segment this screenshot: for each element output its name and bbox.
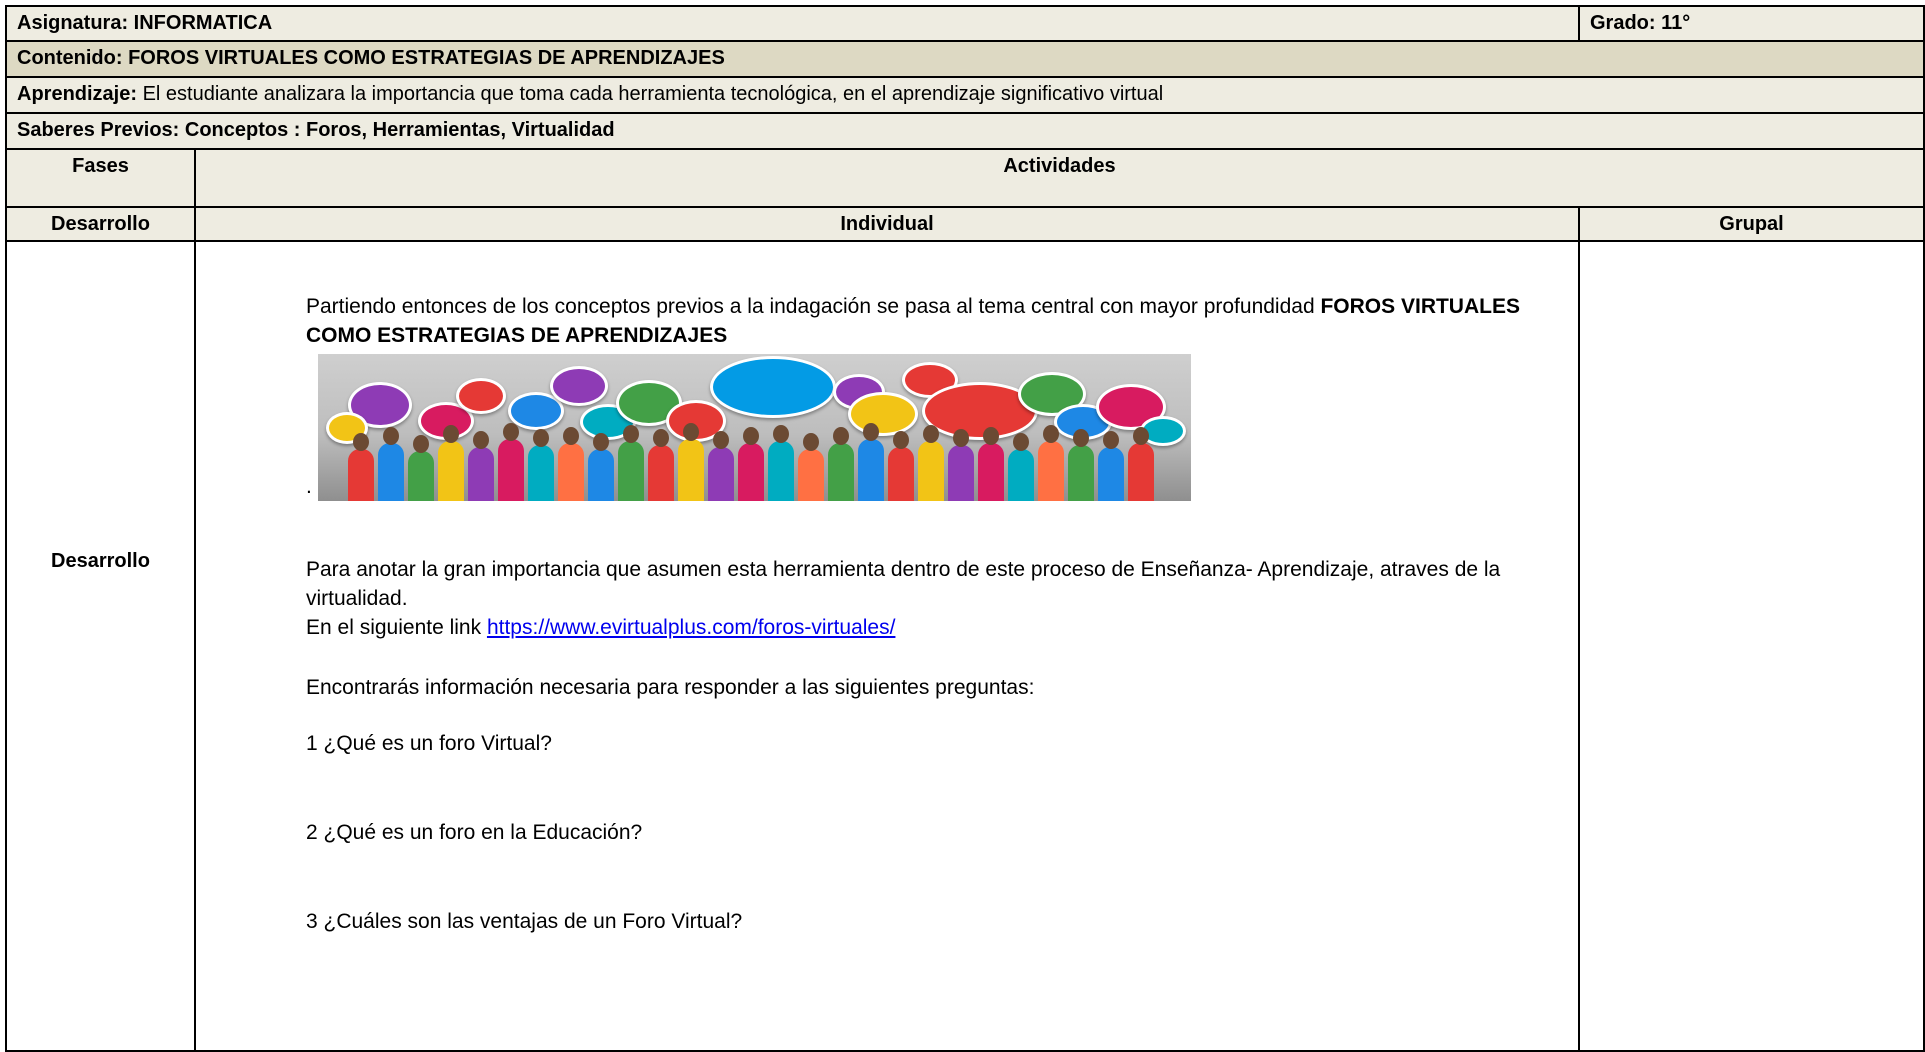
contenido-cell: Contenido: FOROS VIRTUALES COMO ESTRATEG… bbox=[5, 40, 1925, 78]
students-social-media-image bbox=[317, 354, 1191, 501]
fases-header: Fases bbox=[5, 148, 196, 208]
person-head bbox=[982, 427, 999, 445]
person-head bbox=[622, 425, 639, 443]
person-head bbox=[922, 425, 939, 443]
person-head bbox=[412, 435, 429, 453]
grupal-header: Grupal bbox=[1578, 206, 1925, 242]
actividades-header: Actividades bbox=[194, 148, 1925, 208]
fase-cell: Desarrollo bbox=[5, 240, 196, 1052]
intro-text: Partiendo entonces de los conceptos prev… bbox=[306, 295, 1321, 318]
person-head bbox=[802, 433, 819, 451]
hero-row: . bbox=[306, 354, 1564, 501]
para-encontraras: Encontrarás información necesaria para r… bbox=[306, 676, 1035, 699]
person-head bbox=[892, 431, 909, 449]
person-head bbox=[562, 427, 579, 445]
grupal-cell bbox=[1578, 240, 1925, 1052]
individual-content: Partiendo entonces de los conceptos prev… bbox=[196, 242, 1578, 936]
question-1: 1 ¿Qué es un foro Virtual? bbox=[306, 732, 552, 755]
aprendizaje-text: El estudiante analizara la importancia q… bbox=[137, 83, 1164, 105]
individual-header: Individual bbox=[194, 206, 1580, 242]
grado-cell: Grado: 11° bbox=[1578, 5, 1925, 42]
aprendizaje-cell: Aprendizaje: El estudiante analizara la … bbox=[5, 76, 1925, 114]
individual-cell: Partiendo entonces de los conceptos prev… bbox=[194, 240, 1580, 1052]
asignatura-cell: Asignatura: INFORMATICA bbox=[5, 5, 1580, 42]
person-head bbox=[742, 427, 759, 445]
person-head bbox=[502, 423, 519, 441]
person-head bbox=[442, 425, 459, 443]
person-head bbox=[382, 427, 399, 445]
question-3: 3 ¿Cuáles son las ventajas de un Foro Vi… bbox=[306, 910, 743, 933]
desarrollo-header: Desarrollo bbox=[5, 206, 196, 242]
person-head bbox=[952, 429, 969, 447]
intro-paragraph: Partiendo entonces de los conceptos prev… bbox=[306, 292, 1564, 350]
person-head bbox=[592, 433, 609, 451]
aprendizaje-label: Aprendizaje: bbox=[17, 83, 138, 105]
person-head bbox=[1042, 425, 1059, 443]
person-head bbox=[682, 423, 699, 441]
person-head bbox=[532, 429, 549, 447]
saberes-cell: Saberes Previos: Conceptos : Foros, Herr… bbox=[5, 112, 1925, 150]
foros-virtuales-link[interactable]: https://www.evirtualplus.com/foros-virtu… bbox=[487, 616, 895, 639]
person-head bbox=[1012, 433, 1029, 451]
para-importancia: Para anotar la gran importancia que asum… bbox=[306, 558, 1501, 610]
person-head bbox=[772, 425, 789, 443]
lesson-plan-table: Asignatura: INFORMATICA Grado: 11° Conte… bbox=[5, 5, 1925, 1052]
crowd-illustration bbox=[318, 423, 1191, 501]
person-head bbox=[652, 429, 669, 447]
person-head bbox=[1102, 431, 1119, 449]
person-head bbox=[862, 423, 879, 441]
person-head bbox=[472, 431, 489, 449]
image-dot: . bbox=[306, 475, 312, 498]
person-head bbox=[352, 433, 369, 451]
fase-label: Desarrollo bbox=[51, 549, 150, 572]
person-head bbox=[712, 431, 729, 449]
person-head bbox=[832, 427, 849, 445]
question-2: 2 ¿Qué es un foro en la Educación? bbox=[306, 821, 643, 844]
person-head bbox=[1072, 429, 1089, 447]
person-head bbox=[1132, 427, 1149, 445]
link-line: En el siguiente link https://www.evirtua… bbox=[306, 613, 1564, 642]
link-prefix: En el siguiente link bbox=[306, 616, 487, 639]
